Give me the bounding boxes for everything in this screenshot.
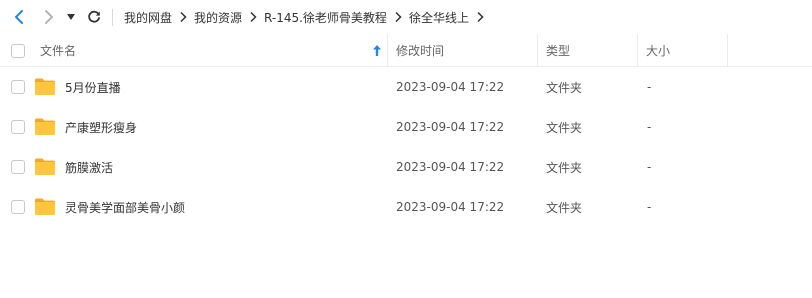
file-size: - <box>647 200 652 214</box>
refresh-icon <box>88 10 100 23</box>
breadcrumb-item-my-resources[interactable]: 我的资源 <box>194 9 242 26</box>
back-button[interactable] <box>8 6 30 28</box>
file-modified-time: 2023-09-04 17:22 <box>396 120 505 134</box>
column-header-modified[interactable]: 修改时间 <box>396 34 536 67</box>
file-row[interactable]: 筋膜激活 2023-09-04 17:22 文件夹 - <box>0 147 812 187</box>
column-header-name-label: 文件名 <box>40 44 77 58</box>
file-name[interactable]: 产康塑形瘦身 <box>65 107 137 147</box>
breadcrumb-item-course[interactable]: R-145.徐老师骨美教程 <box>264 9 387 26</box>
file-modified-time: 2023-09-04 17:22 <box>396 200 505 214</box>
column-header-name[interactable]: 文件名 <box>40 34 386 67</box>
file-type: 文件夹 <box>546 120 583 135</box>
file-size: - <box>647 80 652 94</box>
folder-icon <box>35 118 55 135</box>
file-modified-time: 2023-09-04 17:22 <box>396 80 505 94</box>
column-divider[interactable] <box>727 34 728 67</box>
row-checkbox[interactable] <box>11 160 25 174</box>
folder-icon <box>35 198 55 215</box>
file-size: - <box>647 160 652 174</box>
file-name[interactable]: 灵骨美学面部美骨小颜 <box>65 187 185 227</box>
row-checkbox-cell <box>11 187 25 227</box>
toolbar-divider <box>112 9 113 26</box>
row-checkbox-cell <box>11 147 25 187</box>
file-modified-time: 2023-09-04 17:22 <box>396 160 505 174</box>
select-all-cell <box>11 34 25 67</box>
file-list-header: 文件名 修改时间 类型 大小 <box>0 34 812 67</box>
row-checkbox-cell <box>11 67 25 107</box>
chevron-right-icon[interactable] <box>469 11 491 23</box>
breadcrumb: 我的网盘 我的资源 R-145.徐老师骨美教程 徐全华线上 <box>124 0 491 34</box>
file-type: 文件夹 <box>546 80 583 95</box>
file-row[interactable]: 灵骨美学面部美骨小颜 2023-09-04 17:22 文件夹 - <box>0 187 812 227</box>
chevron-right-icon <box>242 11 264 23</box>
file-name[interactable]: 5月份直播 <box>65 67 121 107</box>
file-name[interactable]: 筋膜激活 <box>65 147 113 187</box>
history-dropdown-button[interactable] <box>62 6 80 28</box>
folder-icon <box>35 158 55 175</box>
column-divider[interactable] <box>387 34 388 67</box>
file-row[interactable]: 产康塑形瘦身 2023-09-04 17:22 文件夹 - <box>0 107 812 147</box>
row-checkbox[interactable] <box>11 200 25 214</box>
column-header-modified-label: 修改时间 <box>396 44 445 58</box>
breadcrumb-item-current[interactable]: 徐全华线上 <box>409 9 469 26</box>
row-checkbox[interactable] <box>11 120 25 134</box>
column-divider[interactable] <box>637 34 638 67</box>
file-type: 文件夹 <box>546 200 583 215</box>
column-divider[interactable] <box>537 34 538 67</box>
caret-down-icon <box>67 14 75 20</box>
file-size: - <box>647 120 652 134</box>
chevron-right-icon <box>387 11 409 23</box>
row-checkbox-cell <box>11 107 25 147</box>
column-header-type-label: 类型 <box>546 44 571 58</box>
column-header-size-label: 大小 <box>646 44 671 58</box>
toolbar: 我的网盘 我的资源 R-145.徐老师骨美教程 徐全华线上 <box>0 0 812 34</box>
sort-up-arrow-icon <box>373 45 381 56</box>
breadcrumb-item-my-drive[interactable]: 我的网盘 <box>124 9 172 26</box>
column-header-size[interactable]: 大小 <box>646 34 726 67</box>
chevron-left-icon <box>15 10 23 24</box>
file-row[interactable]: 5月份直播 2023-09-04 17:22 文件夹 - <box>0 67 812 107</box>
refresh-button[interactable] <box>83 6 105 28</box>
folder-icon <box>35 78 55 95</box>
chevron-right-icon <box>172 11 194 23</box>
select-all-checkbox[interactable] <box>11 43 25 58</box>
row-checkbox[interactable] <box>11 80 25 94</box>
file-type: 文件夹 <box>546 160 583 175</box>
column-header-type[interactable]: 类型 <box>546 34 636 67</box>
forward-button[interactable] <box>38 6 60 28</box>
chevron-right-icon <box>45 10 53 24</box>
